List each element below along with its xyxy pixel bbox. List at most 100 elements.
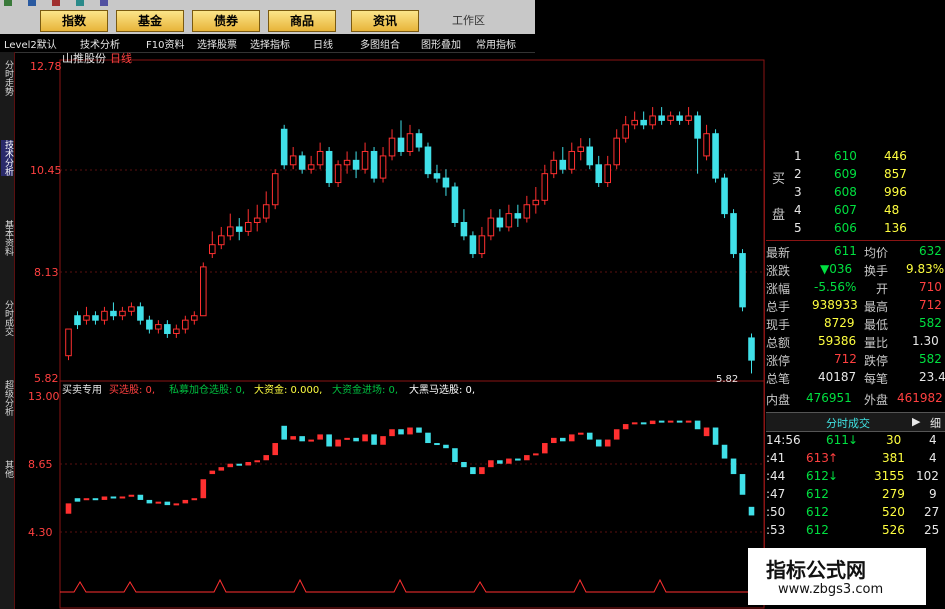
period-label: 日线 — [110, 52, 132, 65]
indicator-bar — [443, 444, 449, 449]
top-toolbar: 指数 基金 债券 商品 资讯 工作区 — [0, 0, 535, 34]
candle-body — [119, 310, 126, 317]
tick-row: :44 612 ↓ 3155 102 — [766, 469, 939, 483]
ticks-title: 分时成交 — [826, 417, 870, 430]
legend-big-capital: 大资金: 0.000, — [254, 383, 322, 396]
tab-other[interactable]: 其他 — [1, 460, 13, 478]
menu-multi-chart[interactable]: 多图组合 — [360, 36, 400, 51]
quote-row-amount: 总额 59386 量比 1.30 — [766, 334, 939, 350]
indicator-bar — [604, 439, 611, 447]
tab-intraday[interactable]: 分时走势 — [1, 60, 13, 96]
candle-body — [271, 173, 279, 206]
bid-row[interactable]: 2 609 857 — [766, 166, 945, 184]
menu-f10-data[interactable]: F10资料 — [146, 36, 184, 51]
candle-body — [226, 226, 234, 237]
indicator-bar — [308, 439, 314, 442]
candle-body — [469, 235, 477, 255]
site-watermark: 指标公式网 www.zbgs3.com — [748, 548, 926, 605]
ticks-play-icon[interactable]: ▶ — [912, 415, 920, 428]
bid-row[interactable]: 5 606 136 — [766, 220, 945, 238]
left-side-tabs: 分时走势 技术分析 基本资料 分时成交 超级分析 其他 — [0, 52, 15, 609]
tab-super-analysis[interactable]: 超级分析 — [1, 380, 13, 416]
candle-body — [173, 328, 180, 334]
candle-body — [397, 137, 405, 152]
bid-row[interactable]: 3 608 996 — [766, 184, 945, 202]
quote-row-last-vol: 现手 8729 最低 582 — [766, 316, 942, 332]
candle-body — [406, 133, 414, 152]
candle-body — [155, 324, 162, 330]
menu-common-indicator[interactable]: 常用指标 — [476, 36, 516, 51]
kline-chart[interactable]: 山推股份 日线 12.78 10.45 8.13 5.82 5.82 13.00… — [14, 52, 766, 609]
candle-body — [649, 115, 656, 126]
tab-bond-button[interactable]: 债券 — [192, 10, 260, 32]
candle-body — [604, 164, 612, 184]
ind-axis-low: 4.30 — [28, 526, 53, 539]
indicator-bars-group — [65, 420, 755, 516]
candle-body — [235, 226, 243, 232]
tab-technical[interactable]: 技术分析 — [1, 140, 13, 176]
menu-select-indicator[interactable]: 选择指标 — [250, 36, 290, 51]
menu-level2-default[interactable]: Level2默认 — [4, 36, 57, 51]
candle-body — [83, 315, 90, 321]
indicator-legend: 买卖专用 买选股: 0, 私募加仓选股: 0, 大资金: 0.000, 大资金进… — [62, 383, 475, 396]
candles-group — [65, 107, 755, 374]
indicator-bar — [119, 496, 126, 499]
indicator-bar — [542, 443, 548, 454]
tab-trades[interactable]: 分时成交 — [1, 300, 13, 336]
watermark-title: 指标公式网 — [766, 558, 866, 582]
candle-body — [217, 235, 225, 246]
candle-body — [712, 133, 719, 179]
quote-row-latest: 最新 611 均价 632 — [766, 244, 942, 260]
tab-fund-button[interactable]: 基金 — [116, 10, 184, 32]
candle-body — [92, 315, 99, 321]
ticks-detail-button[interactable]: 细 — [930, 415, 941, 431]
candle-body — [110, 310, 117, 317]
candle-body — [460, 222, 468, 237]
function-menu-bar: Level2默认 技术分析 F10资料 选择股票 选择指标 日线 多图组合 图形… — [0, 34, 535, 53]
tick-row: :47 612 279 9 — [766, 487, 937, 501]
candle-body — [388, 137, 396, 157]
tab-news-button[interactable]: 资讯 — [351, 10, 419, 32]
ticks-header[interactable]: 分时成交 ▶ 细 — [766, 412, 945, 432]
candle-body — [307, 164, 315, 170]
indicator-bar — [434, 443, 440, 446]
candle-body — [325, 150, 333, 184]
candle-body — [550, 159, 558, 175]
candle-body — [640, 119, 647, 126]
indicator-bar — [164, 501, 171, 506]
tab-fundamentals[interactable]: 基本资料 — [1, 220, 13, 256]
indicator-bar — [667, 420, 674, 423]
tab-index-button[interactable]: 指数 — [40, 10, 108, 32]
bid-row[interactable]: 4 607 48 — [766, 202, 945, 220]
indicator-bar — [146, 499, 153, 504]
candle-body — [739, 253, 746, 308]
bid-row[interactable]: 1 610 446 — [766, 148, 945, 166]
price-axis-mid1: 10.45 — [30, 164, 62, 177]
panel-left-border — [764, 140, 765, 550]
indicator-bar — [227, 463, 234, 468]
quote-row-trades: 总笔 40187 每笔 23.4 — [766, 370, 945, 386]
candle-body — [316, 150, 324, 166]
candle-body — [128, 306, 135, 312]
candle-body — [298, 155, 306, 170]
candle-body — [433, 173, 441, 179]
indicator-bar — [515, 458, 521, 461]
ind-axis-mid: 8.65 — [28, 458, 53, 471]
indicator-bar — [263, 455, 269, 461]
candle-body — [182, 319, 189, 330]
indicator-bar — [425, 432, 431, 444]
workspace-button[interactable]: 工作区 — [452, 12, 485, 28]
candle-body — [514, 213, 522, 219]
legend-title: 买卖专用 — [62, 383, 102, 396]
candle-body — [164, 324, 171, 334]
indicator-bar — [236, 463, 243, 466]
menu-overlay[interactable]: 图形叠加 — [421, 36, 461, 51]
menu-select-stock[interactable]: 选择股票 — [197, 36, 237, 51]
candle-body — [379, 155, 387, 179]
tab-commodity-button[interactable]: 商品 — [268, 10, 336, 32]
indicator-bar — [622, 424, 629, 430]
candle-body — [361, 150, 369, 170]
menu-technical-analysis[interactable]: 技术分析 — [80, 36, 120, 51]
legend-private-add: 私募加仓选股: 0, — [169, 383, 245, 396]
menu-daily-period[interactable]: 日线 — [313, 36, 333, 51]
